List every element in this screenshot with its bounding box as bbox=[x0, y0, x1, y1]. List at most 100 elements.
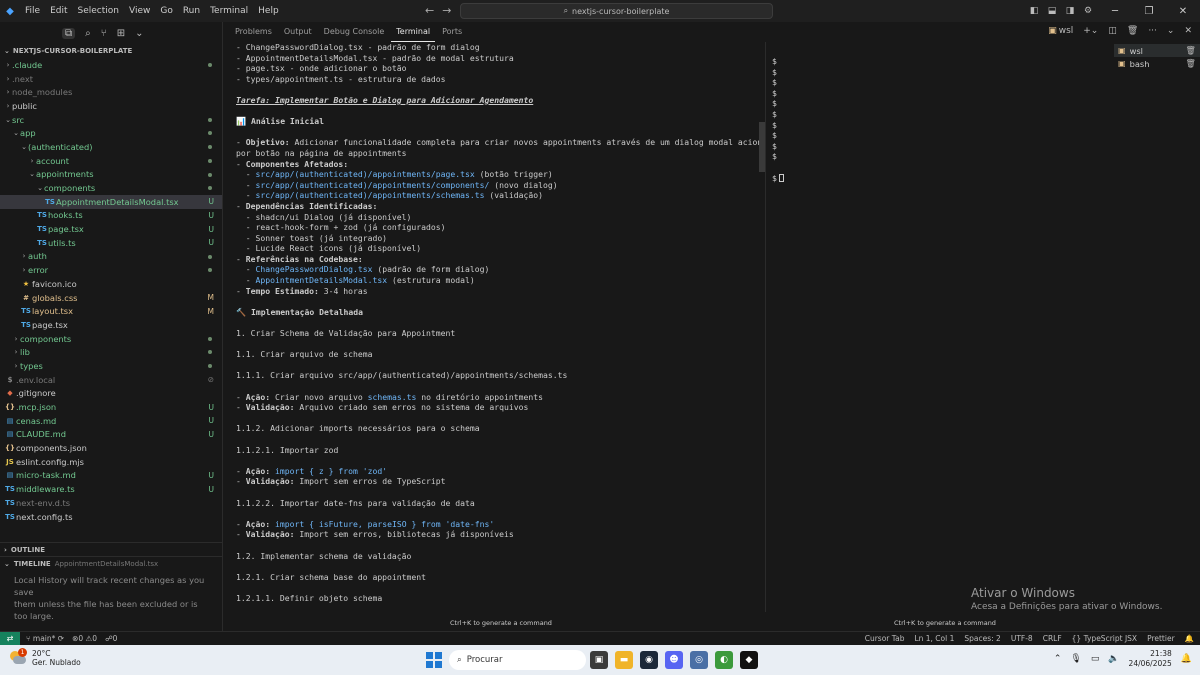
folder-item[interactable]: › types bbox=[0, 359, 222, 373]
notifications-bell-icon[interactable]: 🔔 bbox=[1185, 634, 1194, 643]
folder-item[interactable]: › .next bbox=[0, 72, 222, 86]
more-actions-icon[interactable]: ··· bbox=[1148, 26, 1157, 36]
tab-terminal[interactable]: Terminal bbox=[391, 22, 436, 42]
terminal-output[interactable]: - ChangePasswordDialog.tsx - padrão de f… bbox=[236, 42, 766, 612]
task-view-icon[interactable]: ▣ bbox=[590, 651, 608, 669]
folder-item[interactable]: › lib bbox=[0, 345, 222, 359]
display-icon[interactable]: ▭ bbox=[1091, 654, 1100, 664]
file-item[interactable]: # globals.css M bbox=[0, 291, 222, 305]
weather-widget[interactable]: 1 20°C Ger. Nublado bbox=[10, 648, 81, 667]
remote-indicator-icon[interactable]: ⇄ bbox=[0, 631, 20, 646]
status-item[interactable]: UTF-8 bbox=[1011, 634, 1033, 643]
ports-status[interactable]: ☍0 bbox=[105, 634, 117, 643]
explorer-root-header[interactable]: ⌄ NEXTJS-CURSOR-BOILERPLATE bbox=[0, 44, 222, 58]
folder-item[interactable]: ⌄ (authenticated) bbox=[0, 140, 222, 154]
folder-item[interactable]: ⌄ appointments bbox=[0, 168, 222, 182]
status-item[interactable]: Spaces: 2 bbox=[964, 634, 1000, 643]
menu-item-run[interactable]: Run bbox=[178, 0, 205, 22]
status-item[interactable]: CRLF bbox=[1043, 634, 1062, 643]
notifications-bell-icon[interactable]: 🔔 bbox=[1181, 654, 1192, 664]
terminal-split-divider[interactable] bbox=[765, 42, 766, 612]
settings-gear-icon[interactable]: ⚙ bbox=[1080, 6, 1096, 16]
collapse-panel-icon[interactable]: ⌄ bbox=[1167, 26, 1175, 36]
file-item[interactable]: TS utils.ts U bbox=[0, 236, 222, 250]
folder-item[interactable]: › node_modules bbox=[0, 85, 222, 99]
delete-terminal-icon[interactable]: 🗑 bbox=[1185, 45, 1196, 56]
folder-item[interactable]: › auth bbox=[0, 250, 222, 264]
folder-item[interactable]: ⌄ src bbox=[0, 113, 222, 127]
file-item[interactable]: TS layout.tsx M bbox=[0, 304, 222, 318]
menu-item-edit[interactable]: Edit bbox=[45, 0, 72, 22]
tab-debug-console[interactable]: Debug Console bbox=[319, 22, 390, 42]
toggle-panel-icon[interactable]: ⬓ bbox=[1044, 6, 1060, 16]
folder-item[interactable]: › account bbox=[0, 154, 222, 168]
menu-item-view[interactable]: View bbox=[124, 0, 155, 22]
status-item[interactable]: Cursor Tab bbox=[865, 634, 905, 643]
timeline-section-header[interactable]: ⌄ TIMELINE AppointmentDetailsModal.tsx bbox=[0, 556, 223, 570]
kill-terminal-icon[interactable]: 🗑 bbox=[1127, 26, 1138, 36]
folder-item[interactable]: › error bbox=[0, 263, 222, 277]
file-item[interactable]: ▤ CLAUDE.md U bbox=[0, 428, 222, 442]
file-item[interactable]: TS hooks.ts U bbox=[0, 209, 222, 223]
menu-item-help[interactable]: Help bbox=[253, 0, 284, 22]
taskbar-search[interactable]: ⌕ Procurar bbox=[449, 650, 586, 670]
menu-item-go[interactable]: Go bbox=[155, 0, 177, 22]
file-item[interactable]: TS AppointmentDetailsModal.tsx U bbox=[0, 194, 222, 209]
status-item[interactable]: Ln 1, Col 1 bbox=[914, 634, 954, 643]
search-view-icon[interactable]: ⌕ bbox=[85, 28, 91, 39]
split-terminal-icon[interactable]: ◫ bbox=[1108, 26, 1117, 36]
problems-status[interactable]: ⊗0 ⚠0 bbox=[72, 634, 97, 643]
cursor-app-icon[interactable]: ◆ bbox=[740, 651, 758, 669]
folder-item[interactable]: ⌄ app bbox=[0, 126, 222, 140]
minimize-button[interactable]: ─ bbox=[1098, 6, 1132, 17]
tray-chevron-up-icon[interactable]: ⌃ bbox=[1054, 654, 1062, 664]
menu-item-selection[interactable]: Selection bbox=[73, 0, 124, 22]
new-terminal-icon[interactable]: +⌄ bbox=[1083, 26, 1098, 36]
extensions-icon[interactable]: ⊞ bbox=[117, 28, 125, 39]
file-item[interactable]: ◆ .gitignore bbox=[0, 387, 222, 401]
delete-terminal-icon[interactable]: 🗑 bbox=[1185, 58, 1196, 69]
file-item[interactable]: TS page.tsx bbox=[0, 318, 222, 332]
status-item[interactable]: Prettier bbox=[1147, 634, 1175, 643]
tab-output[interactable]: Output bbox=[279, 22, 317, 42]
current-terminal-label[interactable]: wsl bbox=[1059, 26, 1074, 36]
file-item[interactable]: TS next-env.d.ts bbox=[0, 496, 222, 510]
file-item[interactable]: ★ favicon.ico bbox=[0, 277, 222, 291]
start-button-windows-icon[interactable] bbox=[426, 652, 442, 668]
close-window-button[interactable]: ✕ bbox=[1166, 6, 1200, 17]
tab-ports[interactable]: Ports bbox=[437, 22, 467, 42]
menu-item-file[interactable]: File bbox=[20, 0, 45, 22]
file-item[interactable]: ▤ micro-task.md U bbox=[0, 469, 222, 483]
file-item[interactable]: $ .env.local ⊘ bbox=[0, 373, 222, 387]
terminal-list-item[interactable]: ▣ wsl 🗑 bbox=[1114, 44, 1200, 57]
file-item[interactable]: {} .mcp.json U bbox=[0, 400, 222, 414]
file-item[interactable]: TS middleware.ts U bbox=[0, 482, 222, 496]
more-views-chevron-icon[interactable]: ⌄ bbox=[135, 28, 143, 39]
toggle-sidebar-icon[interactable]: ◧ bbox=[1026, 6, 1042, 16]
outline-section-header[interactable]: › OUTLINE bbox=[0, 542, 223, 556]
chrome-icon[interactable]: ◐ bbox=[715, 651, 733, 669]
folder-item[interactable]: ⌄ components bbox=[0, 181, 222, 195]
terminal-list-item[interactable]: ▣ bash 🗑 bbox=[1114, 57, 1200, 70]
clock[interactable]: 21:38 24/06/2025 bbox=[1129, 649, 1172, 669]
forward-arrow-icon[interactable]: → bbox=[442, 4, 451, 17]
folder-item[interactable]: › components bbox=[0, 332, 222, 346]
branch-status[interactable]: ⑂ main* ⟳ bbox=[26, 634, 64, 643]
second-terminal[interactable]: $ $ $ $ $ $ $ $ $ $ $ bbox=[772, 56, 784, 183]
folder-item[interactable]: › public bbox=[0, 99, 222, 113]
tab-problems[interactable]: Problems bbox=[230, 22, 277, 42]
microphone-icon[interactable]: 🎙 bbox=[1070, 654, 1081, 664]
file-item[interactable]: ▤ cenas.md U bbox=[0, 414, 222, 428]
speaker-icon[interactable]: 🔈 bbox=[1108, 654, 1119, 664]
menu-item-terminal[interactable]: Terminal bbox=[205, 0, 253, 22]
file-item[interactable]: TS page.tsx U bbox=[0, 222, 222, 236]
back-arrow-icon[interactable]: ← bbox=[425, 4, 434, 17]
close-panel-icon[interactable]: ✕ bbox=[1184, 26, 1192, 36]
file-item[interactable]: {} components.json bbox=[0, 441, 222, 455]
folder-item[interactable]: › .claude bbox=[0, 58, 222, 72]
steam-icon[interactable]: ◉ bbox=[640, 651, 658, 669]
file-item[interactable]: JS eslint.config.mjs bbox=[0, 455, 222, 469]
command-center-search[interactable]: ⌕ nextjs-cursor-boilerplate bbox=[460, 3, 773, 19]
app-icon[interactable]: ◎ bbox=[690, 651, 708, 669]
toggle-secondary-sidebar-icon[interactable]: ◨ bbox=[1062, 6, 1078, 16]
